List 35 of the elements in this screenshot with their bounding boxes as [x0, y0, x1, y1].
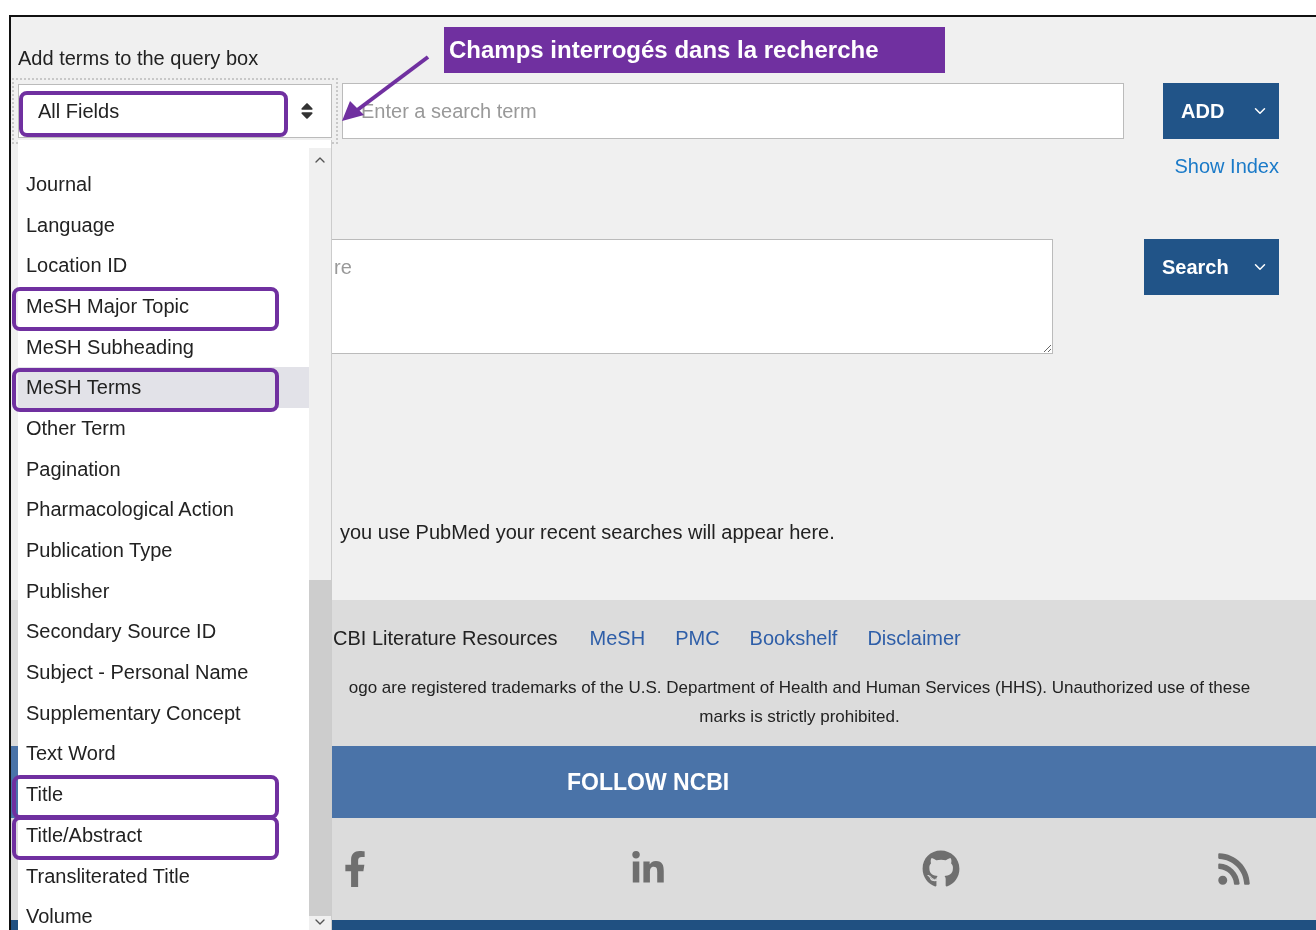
footer-link[interactable]: Disclaimer [867, 626, 961, 650]
field-option[interactable]: Journal [18, 164, 310, 205]
field-option[interactable]: Publisher [18, 570, 310, 612]
footer-link[interactable]: PMC [675, 626, 720, 650]
trademark-notice: ogo are registered trademarks of the U.S. Department of Health and Human Services (HHS). Unauthorized use of these marks is strictly prohibited. [347, 677, 1252, 728]
search-button[interactable]: Search [1144, 239, 1279, 295]
rss-icon[interactable] [1216, 851, 1252, 887]
field-option[interactable]: Other Term [18, 408, 310, 449]
field-option[interactable]: Publication Type [18, 530, 310, 571]
footer-link[interactable]: Bookshelf [749, 626, 838, 650]
history-empty-message: you use PubMed your recent searches will appear here. [340, 520, 836, 544]
field-option[interactable]: Language [18, 204, 310, 246]
field-option[interactable]: Volume [18, 896, 310, 930]
resources-label: CBI Literature Resources [333, 626, 558, 650]
query-box-label: Add terms to the query box [18, 46, 259, 70]
footer-link[interactable]: MeSH [589, 626, 646, 650]
field-option[interactable]: Supplementary Concept [18, 692, 310, 734]
field-option[interactable]: Pagination [18, 448, 310, 490]
field-option[interactable]: Text Word [18, 733, 310, 775]
field-option[interactable]: Secondary Source ID [18, 611, 310, 653]
field-option[interactable]: Title [18, 774, 310, 815]
field-option[interactable]: Pharmacological Action [18, 489, 310, 531]
field-option[interactable]: Title/Abstract [18, 815, 310, 856]
field-option[interactable]: Transliterated Title [18, 855, 310, 897]
field-option[interactable]: MeSH Major Topic [18, 286, 310, 327]
show-index-link[interactable]: Show Index [1174, 154, 1279, 178]
add-button[interactable]: ADD [1163, 83, 1279, 139]
scrollbar[interactable] [309, 148, 331, 930]
field-option[interactable]: MeSH Subheading [18, 326, 310, 368]
annotation-callout: Champs interrogés dans la recherche [444, 27, 945, 73]
search-term-field[interactable]: Enter a search term [342, 83, 1124, 139]
follow-heading: FOLLOW NCBI [567, 768, 730, 796]
github-icon[interactable] [922, 850, 960, 888]
field-option[interactable]: Subject - Personal Name [18, 652, 310, 693]
field-option[interactable]: Location ID [18, 245, 310, 287]
